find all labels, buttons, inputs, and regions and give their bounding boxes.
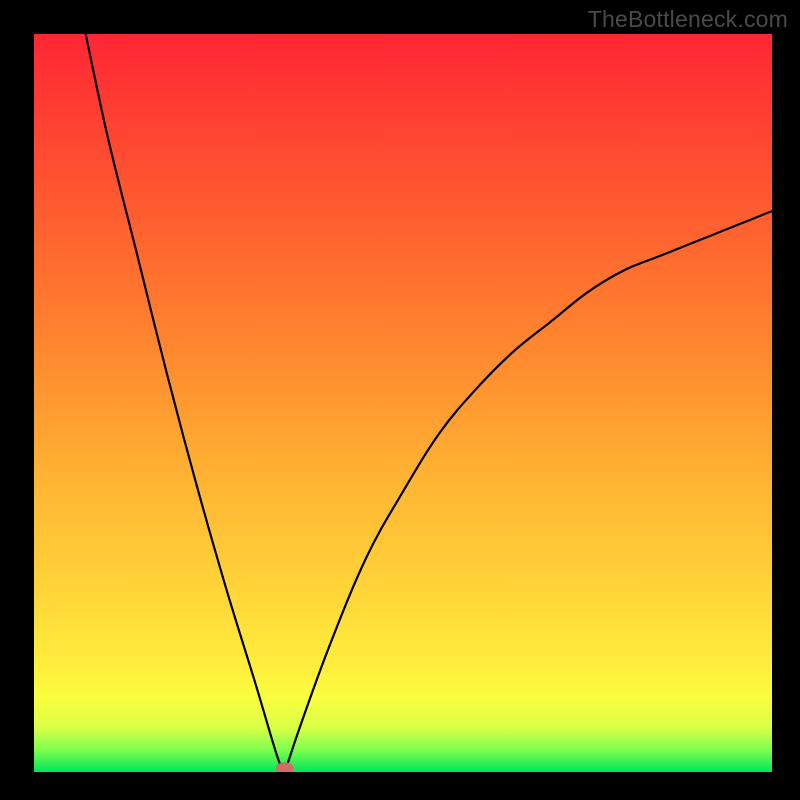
gradient-background bbox=[34, 34, 772, 772]
chart-svg bbox=[34, 34, 772, 772]
chart-frame: TheBottleneck.com bbox=[0, 0, 800, 800]
watermark-text: TheBottleneck.com bbox=[588, 6, 788, 33]
chart-plot-area bbox=[34, 34, 772, 772]
